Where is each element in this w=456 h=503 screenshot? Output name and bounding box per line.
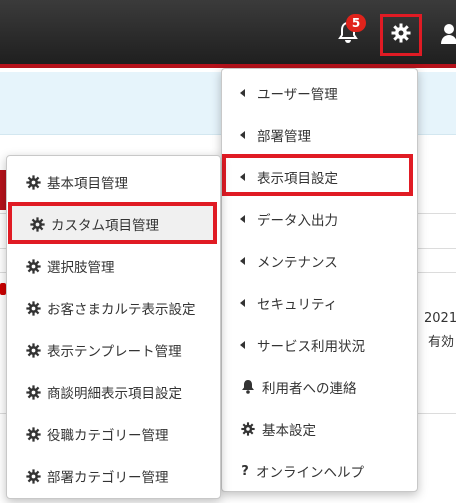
menu-item-label: 基本設定 — [262, 423, 316, 439]
menu-item-label: 部署管理 — [257, 129, 311, 145]
caret-left-icon — [240, 89, 245, 97]
menu-item-label: 表示項目設定 — [257, 171, 338, 187]
gear-icon — [29, 216, 45, 232]
menu-item-basic-settings[interactable]: 基本設定 — [222, 409, 417, 449]
submenu-item-label: 表示テンプレート管理 — [47, 344, 182, 360]
gear-icon — [240, 421, 256, 437]
caret-left-icon — [240, 131, 245, 139]
menu-item-user-notice[interactable]: 利用者への連絡 — [222, 367, 417, 407]
menu-item-label: データ入出力 — [257, 213, 338, 229]
submenu-item-options[interactable]: 選択肢管理 — [7, 246, 220, 286]
menu-item-user-management[interactable]: ユーザー管理 — [222, 73, 417, 113]
menu-item-display-field-settings[interactable]: 表示項目設定 — [222, 157, 417, 197]
submenu-item-customer-karte[interactable]: お客さまカルテ表示設定 — [7, 288, 220, 328]
status-text: 有効 — [428, 335, 455, 350]
gear-icon — [25, 258, 41, 274]
menu-item-label: セキュリティ — [257, 297, 338, 313]
gear-icon — [391, 23, 411, 47]
submenu-item-label: 基本項目管理 — [47, 176, 128, 192]
submenu-item-label: 商談明細表示項目設定 — [47, 386, 182, 402]
menu-item-online-help[interactable]: ? オンラインヘルプ — [222, 451, 417, 491]
settings-gear-button[interactable] — [380, 14, 422, 56]
menu-item-label: 利用者への連絡 — [262, 381, 357, 397]
submenu-item-label: 部署カテゴリー管理 — [47, 470, 169, 486]
gear-icon — [25, 468, 41, 484]
menu-item-service-usage[interactable]: サービス利用状況 — [222, 325, 417, 365]
question-icon: ? — [241, 463, 249, 479]
caret-left-icon — [240, 257, 245, 265]
menu-item-data-import-export[interactable]: データ入出力 — [222, 199, 417, 239]
gear-icon — [25, 342, 41, 358]
caret-left-icon — [240, 341, 245, 349]
menu-item-label: オンラインヘルプ — [256, 465, 364, 481]
display-settings-submenu: 基本項目管理 カスタム項目管理 選択肢管理 お客さまカルテ表示設定 表示テンプレ… — [6, 155, 221, 499]
caret-left-icon — [240, 173, 245, 181]
submenu-item-label: お客さまカルテ表示設定 — [47, 302, 196, 318]
date-text: 2021 — [424, 311, 456, 326]
gear-icon — [25, 426, 41, 442]
caret-left-icon — [240, 215, 245, 223]
menu-item-label: メンテナンス — [257, 255, 338, 271]
notification-count-badge: 5 — [346, 14, 366, 32]
submenu-item-deal-detail-fields[interactable]: 商談明細表示項目設定 — [7, 372, 220, 412]
menu-item-label: ユーザー管理 — [257, 87, 338, 103]
menu-item-maintenance[interactable]: メンテナンス — [222, 241, 417, 281]
bell-icon — [240, 379, 256, 395]
caret-left-icon — [240, 299, 245, 307]
submenu-item-display-templates[interactable]: 表示テンプレート管理 — [7, 330, 220, 370]
gear-icon — [25, 300, 41, 316]
submenu-item-basic-fields[interactable]: 基本項目管理 — [7, 162, 220, 202]
user-icon[interactable] — [441, 22, 456, 46]
submenu-item-label: 役職カテゴリー管理 — [47, 428, 169, 444]
menu-item-department-management[interactable]: 部署管理 — [222, 115, 417, 155]
settings-menu: ユーザー管理 部署管理 表示項目設定 データ入出力 メンテナンス セキュリティ … — [221, 68, 418, 492]
menu-item-security[interactable]: セキュリティ — [222, 283, 417, 323]
gear-icon — [25, 384, 41, 400]
submenu-item-label: 選択肢管理 — [47, 260, 115, 276]
submenu-item-custom-fields[interactable]: カスタム項目管理 — [11, 204, 216, 244]
submenu-item-department-categories[interactable]: 部署カテゴリー管理 — [7, 456, 220, 496]
submenu-item-position-categories[interactable]: 役職カテゴリー管理 — [7, 414, 220, 454]
menu-item-label: サービス利用状況 — [257, 339, 365, 355]
submenu-item-label: カスタム項目管理 — [51, 218, 159, 234]
gear-icon — [25, 174, 41, 190]
